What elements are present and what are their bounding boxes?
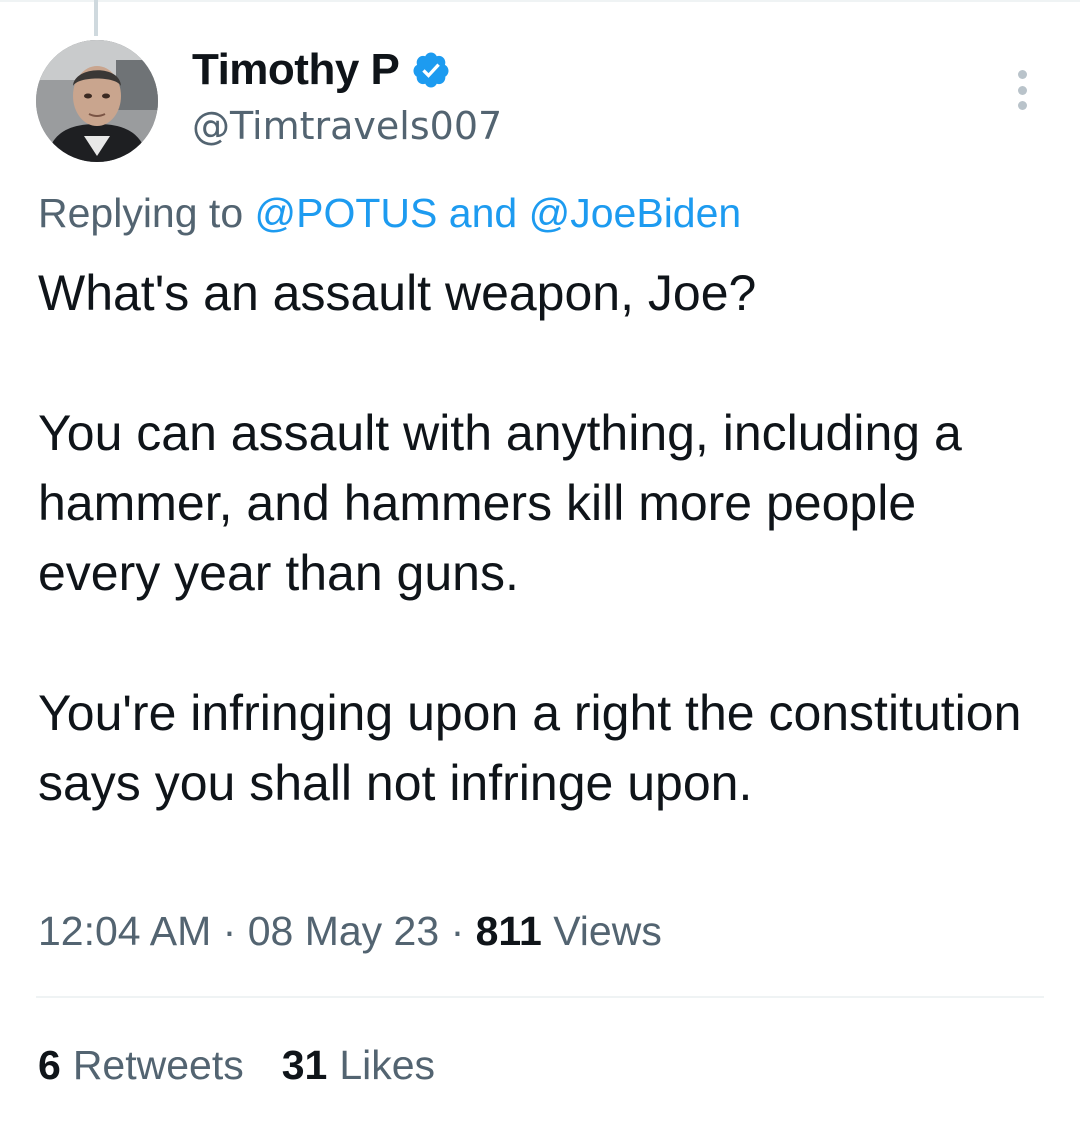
tweet-date[interactable]: 08 May 23 — [248, 908, 439, 954]
more-dot — [1017, 101, 1027, 110]
mention-potus-link[interactable]: @POTUS — [255, 190, 438, 236]
replying-to-line: Replying to @POTUS and @JoeBiden — [38, 190, 741, 237]
mention-joiner: and — [448, 190, 518, 236]
more-dot — [1017, 70, 1027, 79]
tweet-time[interactable]: 12:04 AM — [38, 908, 211, 954]
meta-separator: · — [450, 908, 465, 954]
retweets-stat[interactable]: 6 Retweets — [38, 1042, 244, 1089]
tweet-paragraph: What's an assault weapon, Joe? — [38, 265, 757, 321]
likes-label: Likes — [339, 1042, 436, 1088]
more-dot — [1017, 85, 1027, 95]
views-label: Views — [553, 908, 662, 954]
thread-connector-line — [94, 0, 98, 36]
tweet-body: What's an assault weapon, Joe? You can a… — [38, 258, 1048, 818]
tweet-paragraph: You're infringing upon a right the const… — [38, 685, 1022, 811]
mention-joebiden-link[interactable]: @JoeBiden — [529, 190, 742, 236]
avatar[interactable] — [36, 40, 158, 162]
author-name-row: Timothy P — [192, 42, 502, 98]
tweet-paragraph: You can assault with anything, including… — [38, 405, 962, 601]
views-count: 811 — [475, 908, 542, 954]
retweets-label: Retweets — [72, 1042, 244, 1088]
verified-badge-icon — [411, 50, 451, 90]
likes-stat[interactable]: 31 Likes — [282, 1042, 435, 1089]
author-handle[interactable]: @Timtravels007 — [192, 104, 502, 148]
replying-to-label: Replying to — [38, 190, 244, 236]
retweets-count: 6 — [38, 1042, 61, 1088]
top-border — [0, 0, 1080, 2]
divider — [36, 996, 1044, 998]
author-block: Timothy P @Timtravels007 — [192, 42, 502, 148]
tweet-meta: 12:04 AM · 08 May 23 · 811 Views — [38, 908, 662, 955]
likes-count: 31 — [281, 1042, 328, 1088]
author-display-name[interactable]: Timothy P — [192, 45, 400, 95]
meta-separator: · — [222, 908, 237, 954]
avatar-image — [36, 40, 158, 162]
engagement-stats: 6 Retweets 31 Likes — [38, 1042, 435, 1089]
more-options-icon[interactable] — [1014, 70, 1030, 110]
